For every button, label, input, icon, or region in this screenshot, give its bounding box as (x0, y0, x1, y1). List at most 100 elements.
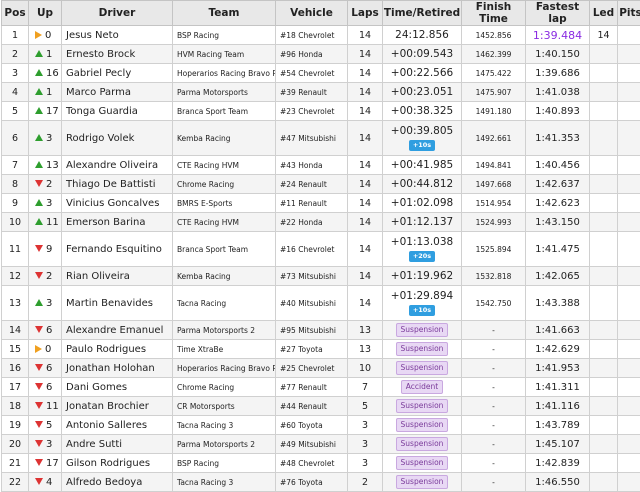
table-row[interactable]: 133Martin BenavidesTacna Racing#40 Mitsu… (2, 286, 640, 321)
header-finish[interactable]: Finish Time (462, 1, 526, 26)
table-row[interactable]: 166Jonathan HolohanHoperarios Racing Bra… (2, 359, 640, 378)
driver-cell: Ernesto Brock (62, 45, 173, 64)
header-vehicle[interactable]: Vehicle (276, 1, 348, 26)
arrow-down-icon (35, 421, 43, 428)
header-up[interactable]: Up (29, 1, 62, 26)
table-row[interactable]: 2117Gilson RodriguesBSP Racing#48 Chevro… (2, 454, 640, 473)
header-pos[interactable]: Pos (2, 1, 29, 26)
pits-cell (618, 435, 640, 454)
laps-cell: 3 (348, 454, 383, 473)
results-body: 10Jesus NetoBSP Racing#18 Chevrolet1424:… (2, 26, 640, 492)
vehicle-cell: #22 Honda (276, 213, 348, 232)
table-row[interactable]: 1011Emerson BarinaCTE Racing HVM#22 Hond… (2, 213, 640, 232)
driver-cell: Gabriel Pecly (62, 64, 173, 83)
table-row[interactable]: 41Marco ParmaParma Motorsports#39 Renaul… (2, 83, 640, 102)
time-cell: Accident (383, 378, 462, 397)
table-row[interactable]: 176Dani GomesChrome Racing#77 Renault7Ac… (2, 378, 640, 397)
arrow-up-icon (35, 107, 43, 114)
fastest-lap-cell: 1:43.150 (526, 213, 590, 232)
header-fastest-lap[interactable]: Fastest lap (526, 1, 590, 26)
table-row[interactable]: 517Tonga GuardiaBranca Sport Team#23 Che… (2, 102, 640, 121)
arrow-down-icon (35, 459, 43, 466)
finish-cell: - (462, 359, 526, 378)
laps-cell: 14 (348, 232, 383, 267)
team-cell: Chrome Racing (173, 175, 276, 194)
finish-cell: - (462, 416, 526, 435)
table-row[interactable]: 150Paulo RodriguesTime XtraBe#27 Toyota1… (2, 340, 640, 359)
up-cell: 11 (29, 213, 62, 232)
header-row: Pos Up Driver Team Vehicle Laps Time/Ret… (2, 1, 640, 26)
table-row[interactable]: 21Ernesto BrockHVM Racing Team#96 Honda1… (2, 45, 640, 64)
pits-cell (618, 156, 640, 175)
header-team[interactable]: Team (173, 1, 276, 26)
table-row[interactable]: 203Andre SuttiParma Motorsports 2#49 Mit… (2, 435, 640, 454)
finish-cell: 1525.894 (462, 232, 526, 267)
laps-cell: 10 (348, 359, 383, 378)
driver-cell: Gilson Rodrigues (62, 454, 173, 473)
team-cell: Tacna Racing (173, 286, 276, 321)
penalty-badge: +10s (409, 140, 435, 151)
time-cell: +00:39.805+10s (383, 121, 462, 156)
fastest-lap-cell: 1:41.953 (526, 359, 590, 378)
up-value: 0 (45, 30, 51, 41)
laps-cell: 14 (348, 83, 383, 102)
team-cell: CTE Racing HVM (173, 213, 276, 232)
pits-cell (618, 340, 640, 359)
table-row[interactable]: 63Rodrigo VolekKemba Racing#47 Mitsubish… (2, 121, 640, 156)
table-row[interactable]: 146Alexandre EmanuelParma Motorsports 2#… (2, 321, 640, 340)
laps-cell: 3 (348, 416, 383, 435)
pos-cell: 5 (2, 102, 29, 121)
pos-cell: 9 (2, 194, 29, 213)
time-cell: +00:41.985 (383, 156, 462, 175)
fastest-lap-cell: 1:42.637 (526, 175, 590, 194)
finish-cell: 1492.661 (462, 121, 526, 156)
header-laps[interactable]: Laps (348, 1, 383, 26)
arrow-up-icon (35, 134, 43, 141)
up-value: 0 (45, 344, 51, 355)
arrow-down-icon (35, 364, 43, 371)
fastest-lap-cell: 1:41.311 (526, 378, 590, 397)
table-row[interactable]: 119Fernando EsquitinoBranca Sport Team#1… (2, 232, 640, 267)
laps-cell: 3 (348, 435, 383, 454)
laps-cell: 2 (348, 473, 383, 492)
led-cell (590, 435, 618, 454)
finish-cell: 1462.399 (462, 45, 526, 64)
driver-cell: Rodrigo Volek (62, 121, 173, 156)
table-row[interactable]: 713Alexandre OliveiraCTE Racing HVM#43 H… (2, 156, 640, 175)
led-cell (590, 473, 618, 492)
vehicle-cell: #27 Toyota (276, 340, 348, 359)
driver-cell: Jesus Neto (62, 26, 173, 45)
table-row[interactable]: 316Gabriel PeclyHoperarios Racing Bravo … (2, 64, 640, 83)
led-cell (590, 454, 618, 473)
laps-cell: 14 (348, 175, 383, 194)
table-row[interactable]: 195Antonio SalleresTacna Racing 3#60 Toy… (2, 416, 640, 435)
vehicle-cell: #43 Honda (276, 156, 348, 175)
pits-cell (618, 121, 640, 156)
up-value: 5 (46, 420, 52, 431)
finish-cell: 1497.668 (462, 175, 526, 194)
fastest-lap-cell: 1:40.893 (526, 102, 590, 121)
header-time[interactable]: Time/Retired (383, 1, 462, 26)
table-row[interactable]: 10Jesus NetoBSP Racing#18 Chevrolet1424:… (2, 26, 640, 45)
driver-cell: Marco Parma (62, 83, 173, 102)
table-row[interactable]: 224Alfredo BedoyaTacna Racing 3#76 Toyot… (2, 473, 640, 492)
pos-cell: 7 (2, 156, 29, 175)
fastest-lap-cell: 1:42.065 (526, 267, 590, 286)
table-row[interactable]: 93Vinicius GoncalvesBMRS E-Sports#11 Ren… (2, 194, 640, 213)
penalty-badge: +20s (409, 251, 435, 262)
led-cell (590, 267, 618, 286)
pos-cell: 22 (2, 473, 29, 492)
team-cell: Tacna Racing 3 (173, 473, 276, 492)
pos-cell: 11 (2, 232, 29, 267)
pos-cell: 4 (2, 83, 29, 102)
header-led[interactable]: Led (590, 1, 618, 26)
table-row[interactable]: 1811Jonatan BrochierCR Motorsports#44 Re… (2, 397, 640, 416)
pits-cell (618, 213, 640, 232)
table-row[interactable]: 82Thiago De BattistiChrome Racing#24 Ren… (2, 175, 640, 194)
table-row[interactable]: 122Rian OliveiraKemba Racing#73 Mitsubis… (2, 267, 640, 286)
fastest-lap-cell: 1:42.623 (526, 194, 590, 213)
finish-cell: 1542.750 (462, 286, 526, 321)
header-pits[interactable]: Pits (618, 1, 640, 26)
fastest-lap-cell: 1:39.686 (526, 64, 590, 83)
header-driver[interactable]: Driver (62, 1, 173, 26)
